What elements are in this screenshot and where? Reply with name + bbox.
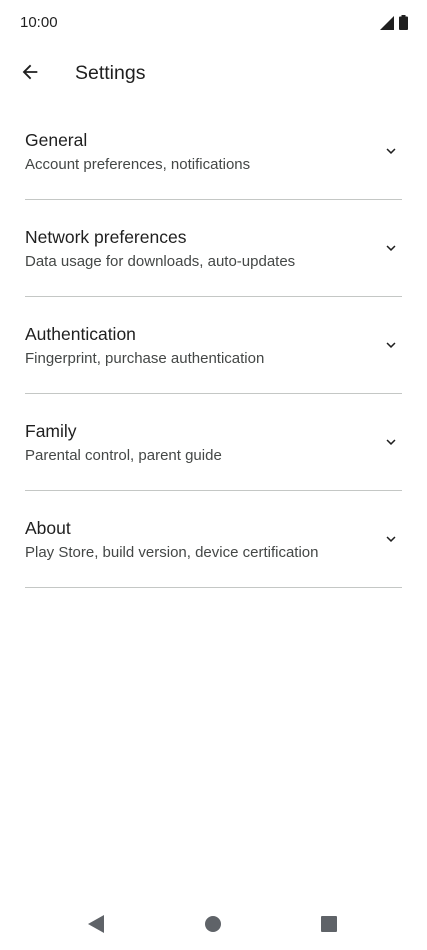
item-title: General [25, 130, 88, 150]
nav-home-icon [205, 915, 221, 937]
settings-item-authentication[interactable]: Authentication Fingerprint, purchase aut… [25, 297, 402, 394]
arrow-back-icon [19, 61, 41, 88]
nav-back-icon [88, 914, 104, 938]
chevron-down-icon[interactable] [380, 237, 402, 259]
settings-item-general[interactable]: General Account preferences, notificatio… [25, 103, 402, 200]
nav-home-button[interactable] [203, 915, 223, 937]
item-subtitle: Account preferences, notifications [25, 156, 251, 173]
item-title: Network preferences [25, 227, 187, 247]
settings-item-network-preferences[interactable]: Network preferences Data usage for downl… [25, 200, 402, 297]
status-time: 10:00 [20, 14, 58, 31]
nav-back-button[interactable] [86, 914, 106, 938]
settings-item-family[interactable]: Family Parental control, parent guide [25, 394, 402, 491]
item-title: About [25, 518, 71, 538]
chevron-down-icon[interactable] [380, 334, 402, 356]
chevron-down-icon[interactable] [380, 140, 402, 162]
chevron-down-icon[interactable] [380, 431, 402, 453]
battery-icon [399, 15, 408, 35]
item-subtitle: Play Store, build version, device certif… [25, 544, 319, 561]
chevron-down-icon[interactable] [380, 528, 402, 550]
item-subtitle: Parental control, parent guide [25, 447, 222, 464]
settings-item-about[interactable]: About Play Store, build version, device … [25, 491, 402, 588]
item-title: Family [25, 421, 77, 441]
item-subtitle: Fingerprint, purchase authentication [25, 350, 265, 367]
nav-recents-icon [321, 915, 337, 937]
status-icons [380, 15, 408, 35]
settings-screen: 10:00 Settings General Account preferenc… [0, 0, 427, 950]
page-title: Settings [75, 62, 146, 84]
back-button[interactable] [10, 54, 50, 94]
item-title: Authentication [25, 324, 136, 344]
status-bar: 10:00 [0, 0, 427, 46]
item-subtitle: Data usage for downloads, auto-updates [25, 253, 296, 270]
navigation-bar [0, 900, 427, 950]
nav-recents-button[interactable] [319, 915, 339, 937]
signal-icon [380, 15, 394, 35]
app-bar: Settings [0, 50, 427, 98]
settings-list: General Account preferences, notificatio… [25, 103, 402, 588]
